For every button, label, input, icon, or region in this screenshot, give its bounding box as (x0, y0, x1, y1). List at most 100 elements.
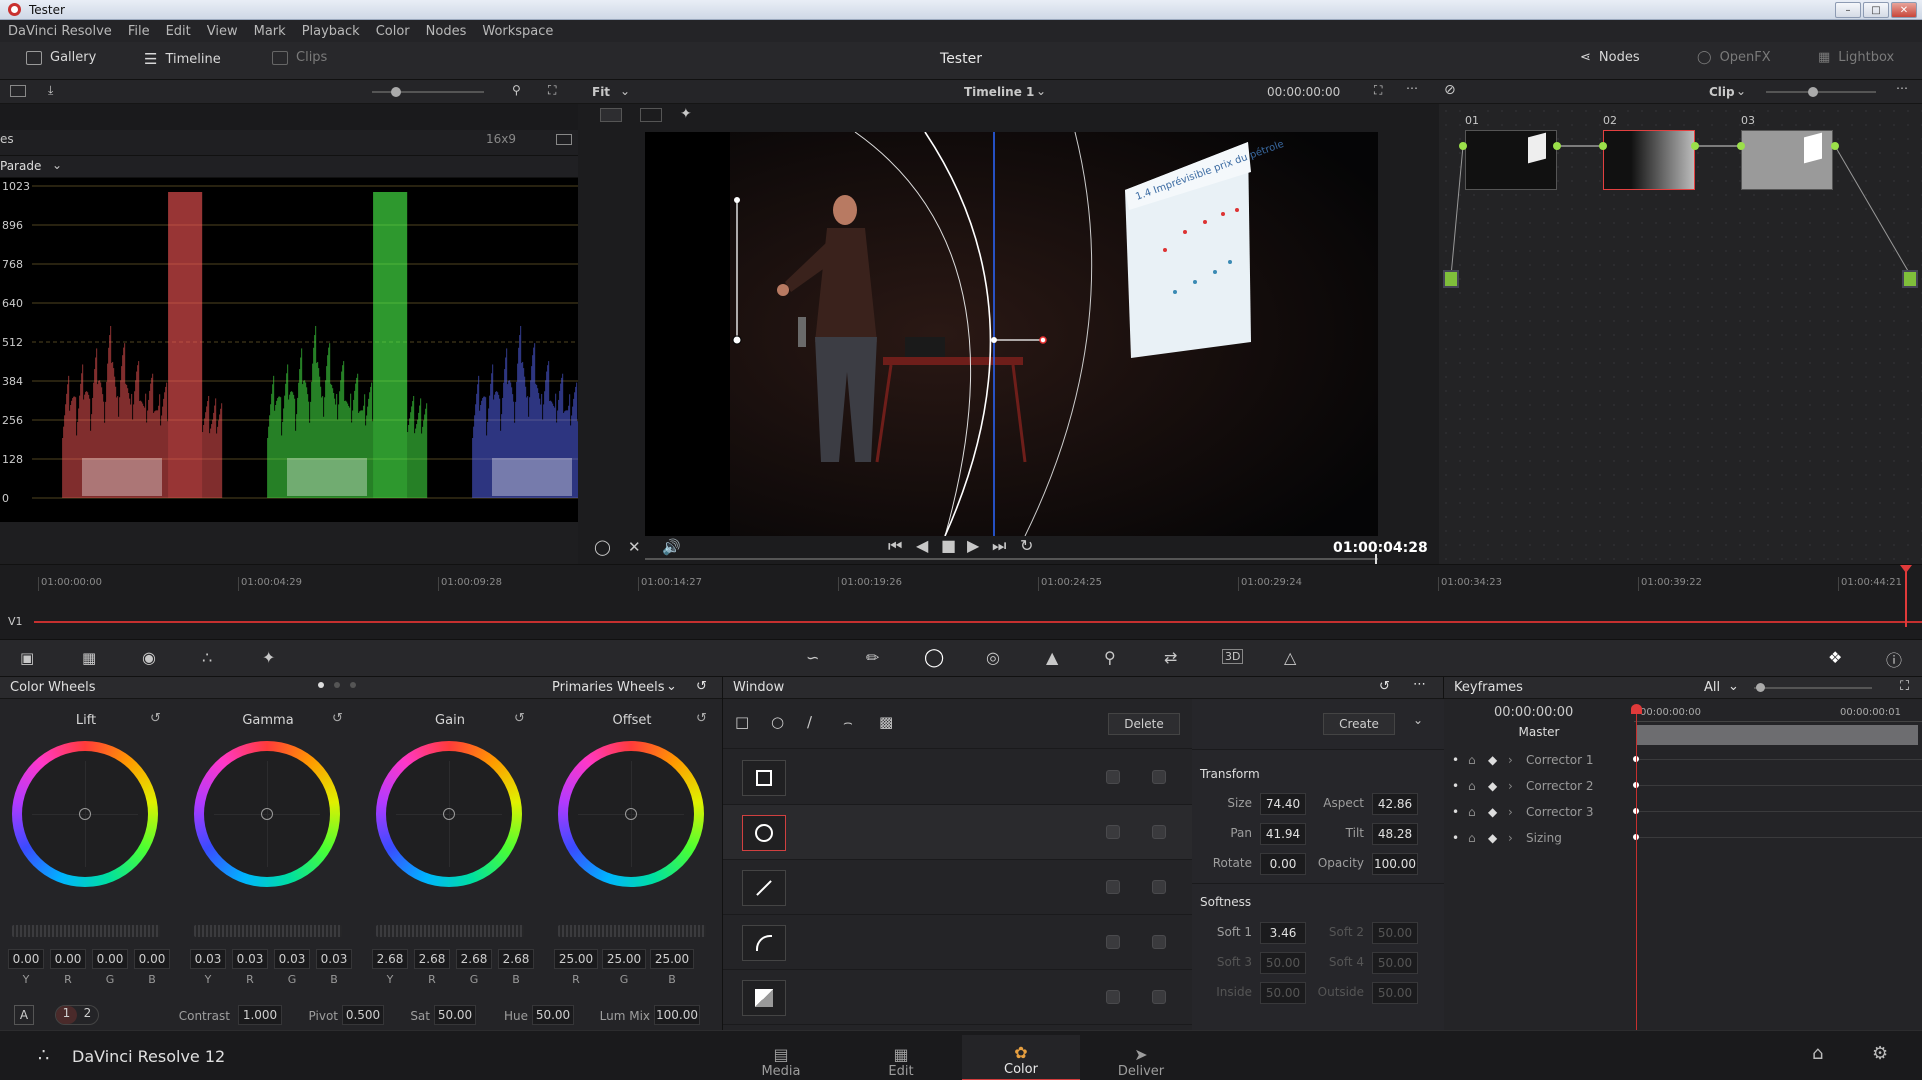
create-button[interactable]: Create (1323, 713, 1395, 735)
gamma-r-value[interactable]: 0.03 (232, 949, 268, 969)
keyframe-playhead[interactable] (1636, 705, 1637, 1030)
wheels-mode-select[interactable]: Primaries Wheels (552, 680, 665, 695)
viewer-compare-icon[interactable] (640, 108, 662, 122)
add-rectangle-icon[interactable]: □ (735, 713, 749, 731)
delete-button[interactable]: Delete (1108, 713, 1180, 735)
camera-raw-icon[interactable]: ▣ (20, 649, 34, 667)
enable-dot-icon[interactable]: • (1452, 831, 1468, 845)
stop-icon[interactable]: ■ (941, 536, 956, 555)
gamma-y-value[interactable]: 0.03 (190, 949, 226, 969)
keyframe-zoom-slider[interactable] (1754, 687, 1872, 689)
menu-mark[interactable]: Mark (246, 24, 294, 39)
soft1-field[interactable]: 3.46 (1260, 922, 1306, 944)
mini-timeline[interactable]: 01:00:00:00 01:00:04:29 01:00:09:28 01:00:1… (0, 564, 1922, 639)
keyframe-row[interactable]: • ⌂ ◆ › Corrector 3 (1444, 799, 1922, 825)
single-view-icon[interactable] (556, 134, 572, 145)
info-icon[interactable]: ⓘ (1886, 647, 1902, 671)
node-zoom-slider[interactable] (1766, 91, 1876, 93)
keyframe-row[interactable]: • ⌂ ◆ › Corrector 1 (1444, 747, 1922, 773)
page-color[interactable]: ✿ Color (962, 1035, 1080, 1080)
add-linear-icon[interactable]: ∕ (807, 713, 812, 731)
nodes-button[interactable]: ⋖ Nodes (1580, 50, 1640, 65)
keyframe-row[interactable]: • ⌂ ◆ › Sizing (1444, 825, 1922, 851)
window-tool-icon[interactable]: ◯ (924, 647, 944, 668)
enable-dot-icon[interactable]: • (1452, 805, 1468, 819)
lift-r-value[interactable]: 0.00 (50, 949, 86, 969)
size-field[interactable]: 74.40 (1260, 793, 1306, 815)
gain-g-value[interactable]: 2.68 (456, 949, 492, 969)
invert-toggle[interactable] (1106, 770, 1120, 784)
master-track[interactable] (1636, 725, 1918, 745)
loop-icon[interactable]: ↻ (1020, 536, 1033, 555)
home-icon[interactable]: ⌂ (1812, 1043, 1823, 1064)
wheel-center-icon[interactable] (625, 808, 637, 820)
tilt-field[interactable]: 48.28 (1372, 823, 1418, 845)
lock-icon[interactable]: ⌂ (1468, 831, 1488, 845)
lift-g-value[interactable]: 0.00 (92, 949, 128, 969)
viewer-scrubber[interactable] (645, 558, 1378, 560)
gamma-color-wheel[interactable] (194, 741, 340, 887)
hue-field[interactable]: 50.00 (532, 1005, 574, 1025)
window-shape-row[interactable] (723, 915, 1192, 970)
page-deliver[interactable]: ➤ Deliver (1082, 1035, 1200, 1080)
gain-reset-icon[interactable]: ↺ (514, 711, 525, 726)
more-options-icon[interactable]: ⋯ (1413, 677, 1426, 692)
zoom-slider-handle[interactable] (391, 87, 401, 97)
gain-b-value[interactable]: 2.68 (498, 949, 534, 969)
lock-icon[interactable]: ⌂ (1468, 805, 1488, 819)
keyframe-diamond-icon[interactable]: ◆ (1488, 831, 1508, 845)
lightbox-button[interactable]: ▦ Lightbox (1818, 50, 1894, 65)
menu-davinci[interactable]: DaVinci Resolve (0, 24, 120, 39)
menu-color[interactable]: Color (368, 24, 418, 39)
page-1-button[interactable]: 1 (56, 1006, 77, 1024)
video-frame[interactable]: 1.4 Imprévisible prix du pétrole (645, 132, 1378, 536)
gamma-master-jog[interactable] (194, 925, 342, 937)
mask-toggle[interactable] (1152, 770, 1166, 784)
window-select-icon[interactable]: ◯ (594, 538, 611, 556)
page-indicator[interactable] (350, 682, 356, 688)
menu-playback[interactable]: Playback (294, 24, 368, 39)
keyframe-zoom-handle[interactable] (1756, 683, 1765, 692)
fullscreen-icon[interactable]: ⛶ (1374, 83, 1382, 98)
menu-view[interactable]: View (199, 24, 246, 39)
gamma-reset-icon[interactable]: ↺ (332, 711, 343, 726)
curves-icon[interactable]: ∽ (806, 648, 819, 667)
opacity-field[interactable]: 100.00 (1372, 853, 1418, 875)
enable-dot-icon[interactable]: • (1452, 779, 1468, 793)
menu-edit[interactable]: Edit (158, 24, 199, 39)
gain-r-value[interactable]: 2.68 (414, 949, 450, 969)
offset-reset-icon[interactable]: ↺ (696, 711, 707, 726)
playhead-icon[interactable] (1900, 565, 1912, 573)
keyframe-diamond-icon[interactable]: ◆ (1488, 805, 1508, 819)
more-options-icon[interactable]: ⋯ (1406, 81, 1418, 95)
linear-window[interactable] (742, 870, 786, 906)
offset-r-value[interactable]: 25.00 (554, 949, 598, 969)
lift-y-value[interactable]: 0.00 (8, 949, 44, 969)
go-to-end-icon[interactable]: ⏭ (992, 536, 1006, 556)
keyframe-diamond-icon[interactable]: ◆ (1488, 753, 1508, 767)
add-gradient-icon[interactable]: ▩ (879, 713, 893, 731)
gamma-b-value[interactable]: 0.03 (316, 949, 352, 969)
settings-gear-icon[interactable]: ⚙ (1872, 1043, 1888, 1064)
play-icon[interactable]: ▶ (967, 536, 979, 555)
maximize-button[interactable]: □ (1863, 2, 1889, 18)
zoom-slider[interactable] (372, 91, 484, 93)
audio-icon[interactable]: 🔊 (662, 538, 681, 556)
lift-master-jog[interactable] (12, 925, 160, 937)
gamma-g-value[interactable]: 0.03 (274, 949, 310, 969)
openfx-button[interactable]: ◯ OpenFX (1697, 50, 1771, 65)
page-media[interactable]: ▤ Media (722, 1035, 840, 1080)
window-shape-row[interactable] (723, 805, 1192, 860)
outside-field[interactable]: 50.00 (1372, 982, 1418, 1004)
window-shape-row[interactable] (723, 750, 1192, 805)
expand-icon[interactable]: ⛶ (1900, 679, 1909, 694)
page-indicator[interactable] (318, 682, 324, 688)
wheel-center-icon[interactable] (79, 808, 91, 820)
keyframe-filter-select[interactable]: All (1704, 680, 1720, 695)
aspect-field[interactable]: 42.86 (1372, 793, 1418, 815)
page-indicator[interactable] (334, 682, 340, 688)
lift-color-wheel[interactable] (12, 741, 158, 887)
keyframes-icon[interactable]: ❖ (1828, 648, 1842, 667)
scrubber-handle[interactable] (1375, 554, 1377, 564)
expand-chevron-icon[interactable]: › (1508, 805, 1526, 819)
